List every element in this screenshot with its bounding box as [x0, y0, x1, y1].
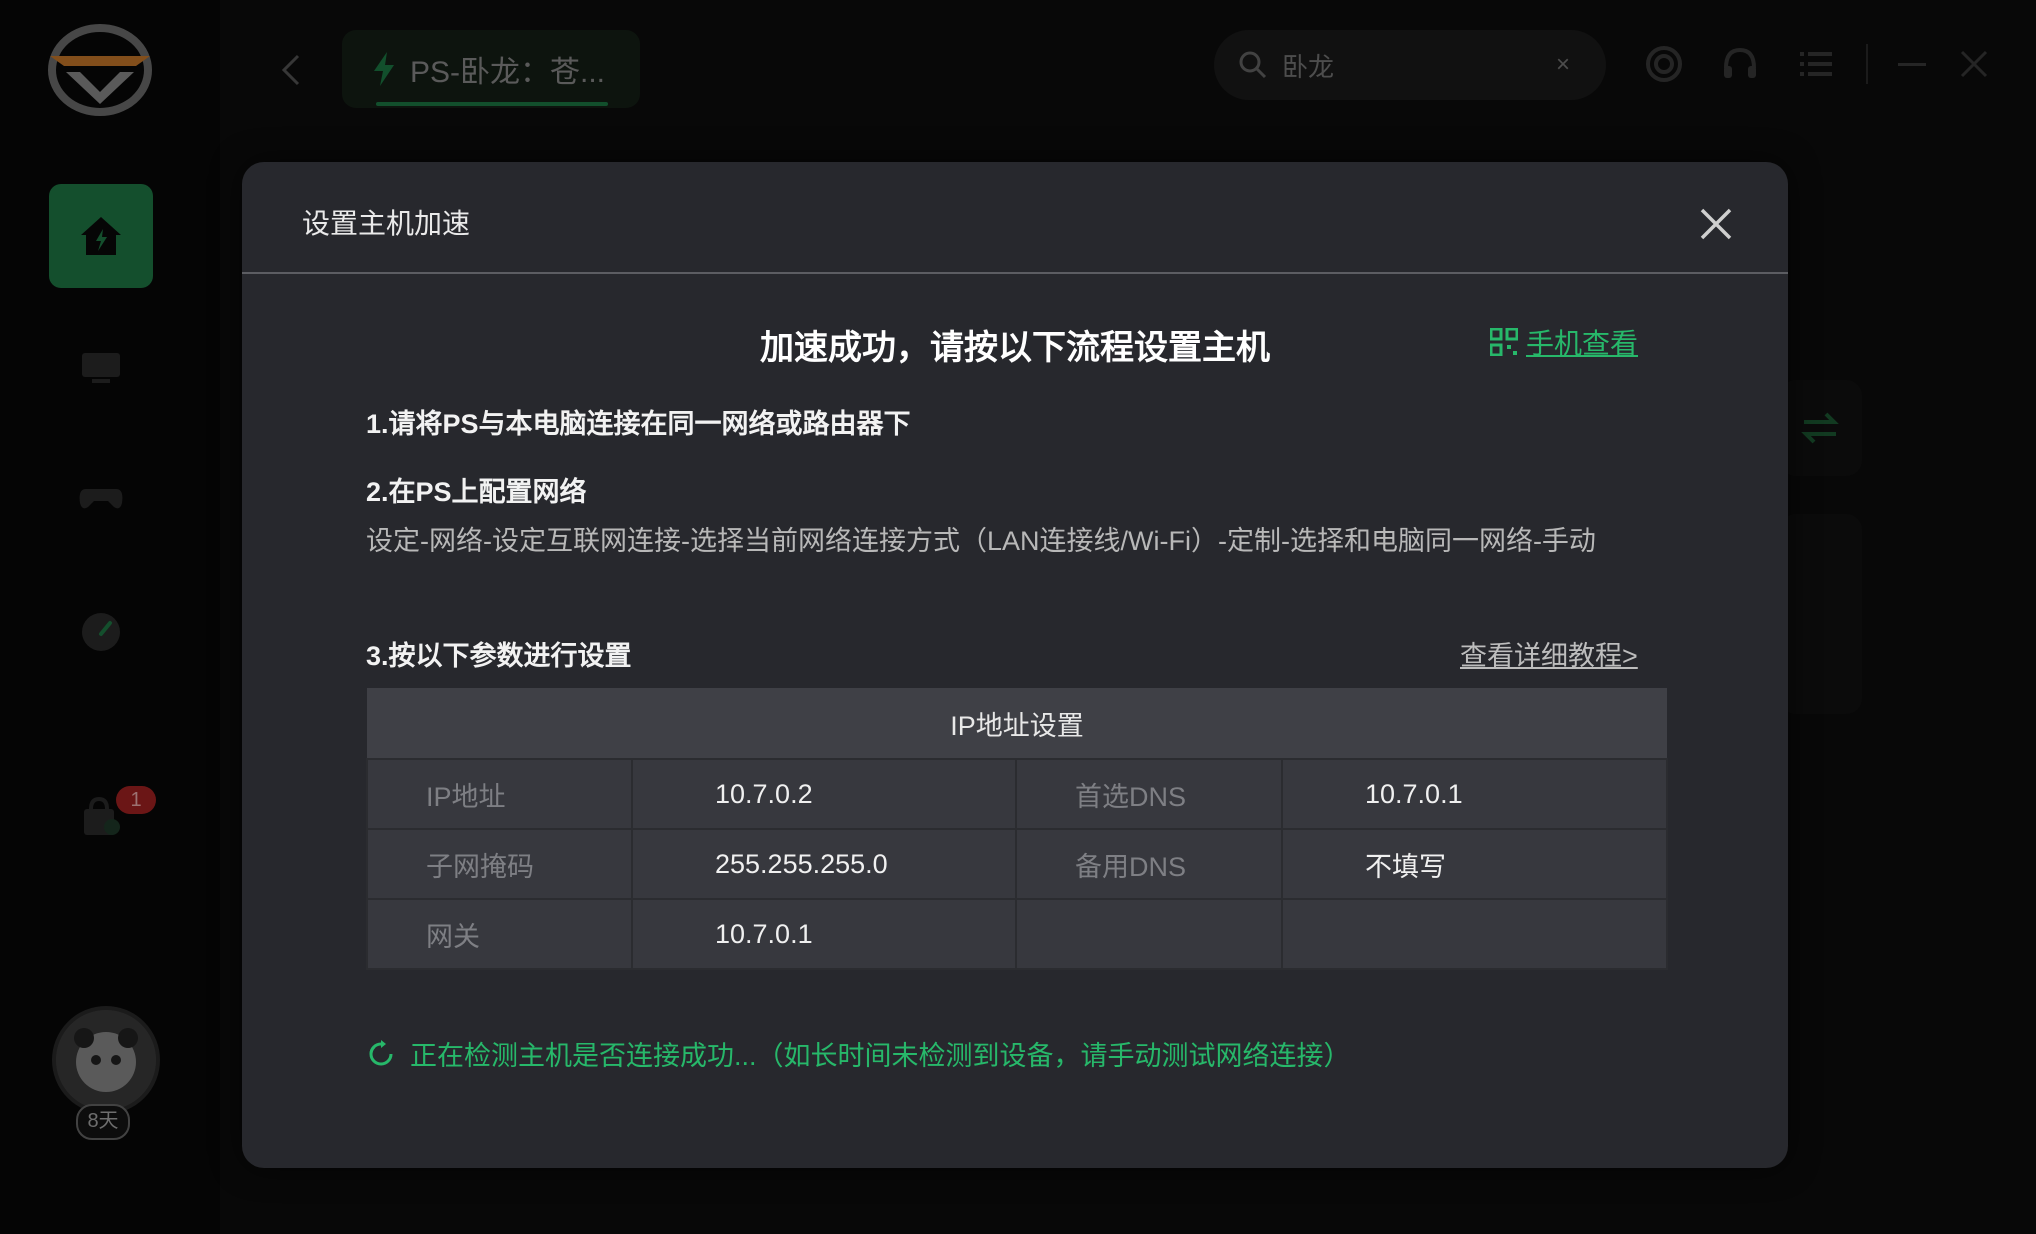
phone-view-label[interactable]: 手机查看 — [1526, 322, 1638, 362]
connection-status: 正在检测主机是否连接成功...（如长时间未检测到设备，请手动测试网络连接） — [366, 1034, 1351, 1073]
step-3: 3.按以下参数进行设置 — [366, 641, 632, 671]
primary-dns-value: 10.7.0.1 — [1280, 758, 1669, 830]
ip-settings-table: IP地址设置 IP地址 10.7.0.2 首选DNS 10.7.0.1 子网掩码… — [366, 688, 1669, 970]
detailed-tutorial-link[interactable]: 查看详细教程> — [1460, 634, 1638, 673]
step-2: 2.在PS上配置网络 — [366, 477, 587, 507]
table-row: 网关 10.7.0.1 — [366, 898, 1669, 970]
status-text: 正在检测主机是否连接成功...（如长时间未检测到设备，请手动测试网络连接） — [410, 1041, 1351, 1071]
table-row: IP地址 10.7.0.2 首选DNS 10.7.0.1 — [366, 758, 1669, 830]
table-row: 子网掩码 255.255.255.0 备用DNS 不填写 — [366, 828, 1669, 900]
ip-address-label: IP地址 — [366, 758, 633, 830]
dialog-divider — [242, 272, 1788, 274]
subnet-mask-value: 255.255.255.0 — [631, 828, 1017, 900]
step-1: 1.请将PS与本电脑连接在同一网络或路由器下 — [366, 409, 911, 439]
close-icon[interactable] — [1696, 204, 1736, 244]
refresh-spinner-icon — [369, 1039, 393, 1065]
step-2-description: 设定-网络-设定互联网连接-选择当前网络连接方式（LAN连接线/Wi-Fi）-定… — [366, 526, 1596, 556]
secondary-dns-label: 备用DNS — [1015, 828, 1283, 900]
host-acceleration-dialog: 设置主机加速 加速成功，请按以下流程设置主机 手机查看 1.请将PS与本电脑连接… — [242, 162, 1788, 1168]
gateway-label: 网关 — [366, 898, 633, 970]
gateway-value: 10.7.0.1 — [631, 898, 1017, 970]
dialog-title: 设置主机加速 — [302, 208, 471, 239]
table-header: IP地址设置 — [367, 688, 1668, 759]
phone-view-link[interactable]: 手机查看 — [1490, 322, 1638, 362]
subnet-mask-label: 子网掩码 — [366, 828, 633, 900]
primary-dns-label: 首选DNS — [1015, 758, 1283, 830]
empty-value-cell — [1280, 898, 1669, 970]
secondary-dns-value: 不填写 — [1280, 828, 1669, 900]
qr-code-icon — [1490, 328, 1518, 356]
ip-address-value: 10.7.0.2 — [631, 758, 1017, 830]
empty-label-cell — [1015, 898, 1283, 970]
